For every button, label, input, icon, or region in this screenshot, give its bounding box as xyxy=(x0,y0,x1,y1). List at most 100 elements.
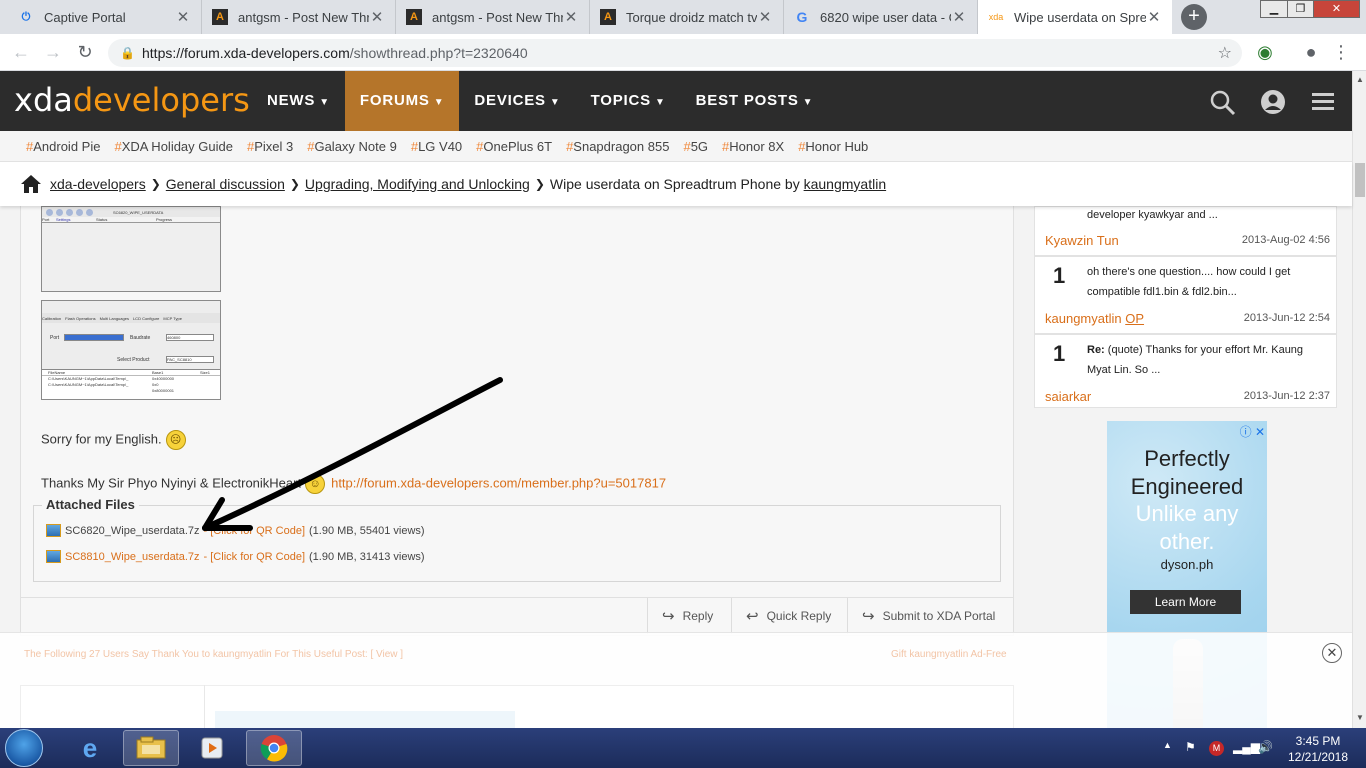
close-icon[interactable]: ✕ xyxy=(175,8,191,26)
account-icon[interactable]: ● xyxy=(1300,42,1322,64)
hashtag-link[interactable]: #5G xyxy=(683,139,708,154)
close-window-button[interactable]: ✕ xyxy=(1313,0,1360,18)
xda-icon: xda xyxy=(988,12,1004,22)
breadcrumb-current: Wipe userdata on Spreadtrum Phone by xyxy=(549,176,800,192)
quick-reply-button[interactable]: ↩ Quick Reply xyxy=(731,598,845,634)
breadcrumb-general-discussion[interactable]: General discussion xyxy=(166,176,285,192)
hashtag-link[interactable]: #XDA Holiday Guide xyxy=(114,139,233,154)
new-tab-button[interactable]: + xyxy=(1181,4,1207,30)
tab-google-search[interactable]: G 6820 wipe user data - Gc ✕ xyxy=(784,0,978,34)
sidebar-thanks-item[interactable]: 1 Re: (quote) Thanks for your effort Mr.… xyxy=(1034,334,1337,408)
page-content: SC6820_WIPE_USERDATA Port Settings Statu… xyxy=(0,206,1352,728)
url-path: /showthread.php?t=2320640 xyxy=(349,45,528,61)
close-icon[interactable]: ✕ xyxy=(369,8,385,26)
chevron-right-icon: ❯ xyxy=(150,177,161,191)
forward-button[interactable]: → xyxy=(42,42,64,64)
sidebar-thanks-item[interactable]: 1 oh there's one question.... how could … xyxy=(1034,256,1337,334)
close-icon[interactable]: ✕ xyxy=(563,8,579,26)
globe-icon: ⏻ xyxy=(21,10,31,23)
submit-portal-button[interactable]: ↪ Submit to XDA Portal xyxy=(847,598,1009,634)
gift-ad-free-link[interactable]: Gift kaungmyatlin Ad-Free xyxy=(891,649,1007,660)
show-hidden-icons[interactable]: ▲ xyxy=(1163,740,1172,750)
extension-globe-icon[interactable]: ◉ xyxy=(1254,42,1276,64)
sticky-overlay-bar: The Following 27 Users Say Thank You to … xyxy=(0,632,1352,728)
main-nav: NEWS ▼ FORUMS ▼ DEVICES ▼ TOPICS ▼ BEST POST… xyxy=(252,71,828,131)
nav-forums[interactable]: FORUMS ▼ xyxy=(344,71,460,131)
chevron-down-icon: ▼ xyxy=(654,97,666,108)
site-header: xdadevelopers NEWS ▼ FORUMS ▼ DEVICES ▼ TOP… xyxy=(0,71,1352,131)
tab-torque[interactable]: A Torque droidz match tv ✕ xyxy=(590,0,784,34)
close-icon[interactable]: ✕ xyxy=(757,8,773,26)
scrollbar-thumb[interactable] xyxy=(1355,163,1365,197)
chevron-right-icon: ❯ xyxy=(534,177,545,191)
breadcrumb-author[interactable]: kaungmyatlin xyxy=(804,176,887,192)
learn-more-button[interactable]: Learn More xyxy=(1130,590,1241,614)
system-clock[interactable]: 3:45 PM 12/21/2018 xyxy=(1283,733,1353,765)
reply-button[interactable]: ↪ Reply xyxy=(647,598,727,634)
browser-tab-strip: ⏻ Captive Portal ✕ A antgsm - Post New T… xyxy=(0,0,1366,34)
star-icon[interactable]: ☆ xyxy=(1218,43,1232,63)
ad-info-close-icon[interactable]: ⓘ ✕ xyxy=(1240,423,1265,440)
user-icon[interactable] xyxy=(1260,89,1286,115)
antivirus-tray-icon[interactable]: M xyxy=(1209,741,1224,756)
hashtag-link[interactable]: #Honor Hub xyxy=(798,139,868,154)
google-icon: G xyxy=(796,9,808,25)
chrome-icon[interactable] xyxy=(246,730,302,766)
nav-best-posts[interactable]: BEST POSTS ▼ xyxy=(681,71,829,131)
internet-explorer-icon[interactable]: e xyxy=(62,730,118,766)
network-signal-icon[interactable]: ▂▄▆ xyxy=(1233,740,1260,754)
windows-taskbar: e ▲ ⚑ M ▂▄▆ 🔊 3:45 PM 12/21/2018 xyxy=(0,728,1366,768)
search-icon[interactable] xyxy=(1210,90,1236,116)
nav-topics[interactable]: TOPICS ▼ xyxy=(576,71,681,131)
windows-start-button[interactable] xyxy=(5,729,43,767)
tab-captive-portal[interactable]: ⏻ Captive Portal ✕ xyxy=(8,0,202,34)
tab-xda-active[interactable]: xda Wipe userdata on Sprea ✕ xyxy=(978,0,1172,34)
close-icon[interactable]: ✕ xyxy=(1146,8,1162,26)
address-bar[interactable]: 🔒 https://forum.xda-developers.com/showt… xyxy=(108,39,1242,67)
scroll-up-icon[interactable]: ▲ xyxy=(1353,75,1366,84)
hashtag-link[interactable]: #Snapdragon 855 xyxy=(566,139,669,154)
close-icon[interactable]: ✕ xyxy=(951,8,967,26)
tab-antgsm-2[interactable]: A antgsm - Post New Thre ✕ xyxy=(396,0,590,34)
hashtag-link[interactable]: #LG V40 xyxy=(411,139,462,154)
menu-dots-icon[interactable]: ⋮ xyxy=(1330,42,1352,64)
scroll-down-icon[interactable]: ▼ xyxy=(1353,713,1366,722)
antgsm-icon: A xyxy=(406,9,422,25)
share-icon: ↪ xyxy=(862,608,875,625)
hashtag-link[interactable]: #Android Pie xyxy=(26,139,100,154)
file-explorer-icon[interactable] xyxy=(123,730,179,766)
page-scrollbar[interactable]: ▲ ▼ xyxy=(1352,71,1366,728)
hashtag-link[interactable]: #Pixel 3 xyxy=(247,139,293,154)
close-overlay-icon[interactable]: ✕ xyxy=(1322,643,1342,663)
sidebar-user-link[interactable]: saiarkar xyxy=(1045,389,1091,404)
sidebar-user-link[interactable]: kaungmyatlin OP xyxy=(1045,311,1144,326)
reload-button[interactable]: ↻ xyxy=(74,42,96,64)
lock-icon: 🔒 xyxy=(120,46,135,60)
nav-devices[interactable]: DEVICES ▼ xyxy=(459,71,575,131)
xda-logo[interactable]: xdadevelopers xyxy=(14,81,250,119)
url-host: https://forum.xda-developers.com xyxy=(142,45,350,61)
post-actions: ↪ Reply ↩ Quick Reply ↪ Submit to XDA Porta… xyxy=(20,598,1014,636)
sidebar-user-link[interactable]: Kyawzin Tun xyxy=(1045,233,1119,248)
restore-button[interactable]: ❐ xyxy=(1287,0,1314,18)
minimize-button[interactable]: ▁ xyxy=(1260,0,1288,18)
media-player-icon[interactable] xyxy=(184,730,240,766)
hashtag-link[interactable]: #Honor 8X xyxy=(722,139,784,154)
sidebar-thanks-item[interactable]: developer kyawkyar and ... Kyawzin Tun 2… xyxy=(1034,206,1337,256)
back-button[interactable]: ← xyxy=(10,42,32,64)
home-icon[interactable] xyxy=(20,174,42,194)
hamburger-menu-icon[interactable] xyxy=(1312,92,1334,112)
nav-news[interactable]: NEWS ▼ xyxy=(252,71,345,131)
hashtag-link[interactable]: #OnePlus 6T xyxy=(476,139,552,154)
chevron-down-icon: ▼ xyxy=(802,97,814,108)
tab-antgsm-1[interactable]: A antgsm - Post New Thre ✕ xyxy=(202,0,396,34)
breadcrumb: xda-developers ❯ General discussion ❯ Up… xyxy=(0,162,1352,206)
breadcrumb-upgrading[interactable]: Upgrading, Modifying and Unlocking xyxy=(305,176,530,192)
antgsm-icon: A xyxy=(212,9,228,25)
volume-icon[interactable]: 🔊 xyxy=(1258,740,1273,754)
chevron-down-icon: ▼ xyxy=(549,97,561,108)
chevron-down-icon: ▼ xyxy=(319,97,330,108)
breadcrumb-home[interactable]: xda-developers xyxy=(50,176,146,192)
hashtag-link[interactable]: #Galaxy Note 9 xyxy=(307,139,397,154)
action-center-flag-icon[interactable]: ⚑ xyxy=(1185,740,1196,754)
